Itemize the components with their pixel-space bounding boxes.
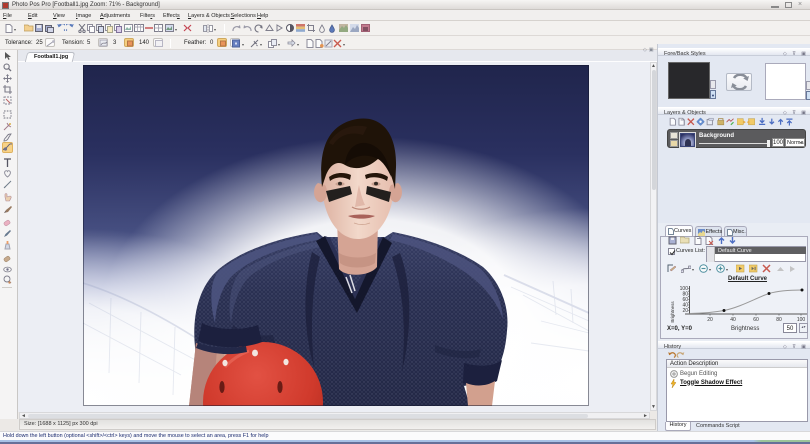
svg-text:60: 60 bbox=[753, 317, 759, 323]
svg-text:Brightness: Brightness bbox=[670, 301, 675, 323]
svg-text:20: 20 bbox=[707, 317, 713, 323]
svg-text:20: 20 bbox=[682, 308, 688, 314]
svg-text:40: 40 bbox=[730, 317, 736, 323]
svg-text:80: 80 bbox=[776, 317, 782, 323]
